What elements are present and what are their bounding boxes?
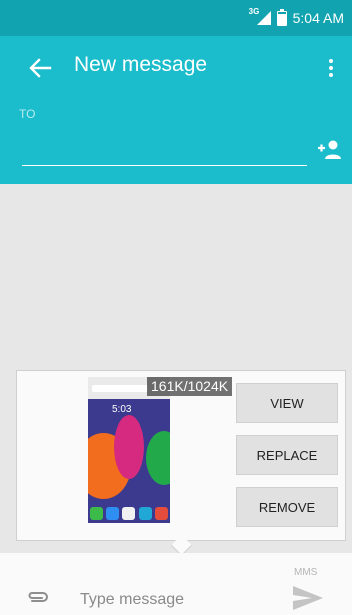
remove-button[interactable]: REMOVE — [236, 487, 338, 527]
replace-button[interactable]: REPLACE — [236, 435, 338, 475]
recipient-input[interactable] — [22, 135, 307, 166]
attachment-thumbnail[interactable]: 5:03 — [88, 377, 170, 523]
thumbnail-clock: 5:03 — [112, 404, 132, 415]
view-button[interactable]: VIEW — [236, 383, 338, 423]
signal-icon: 3G — [249, 7, 271, 25]
status-icons: 3G 5:04 AM — [249, 7, 344, 27]
battery-icon — [276, 8, 287, 26]
attach-icon[interactable] — [26, 588, 52, 608]
overflow-menu-icon[interactable] — [326, 54, 336, 82]
clock: 5:04 AM — [292, 10, 344, 26]
app-bar: New message TO — [0, 36, 352, 184]
page-title: New message — [74, 53, 208, 76]
add-contact-icon[interactable] — [316, 139, 342, 161]
to-label: TO — [19, 107, 36, 121]
send-icon[interactable] — [290, 584, 326, 612]
attachment-size-label: 161K/1024K — [147, 377, 233, 396]
mms-label: MMS — [294, 567, 318, 578]
message-input[interactable] — [80, 588, 280, 612]
back-arrow-icon[interactable] — [24, 52, 56, 84]
status-bar: 3G 5:04 AM — [0, 0, 352, 36]
